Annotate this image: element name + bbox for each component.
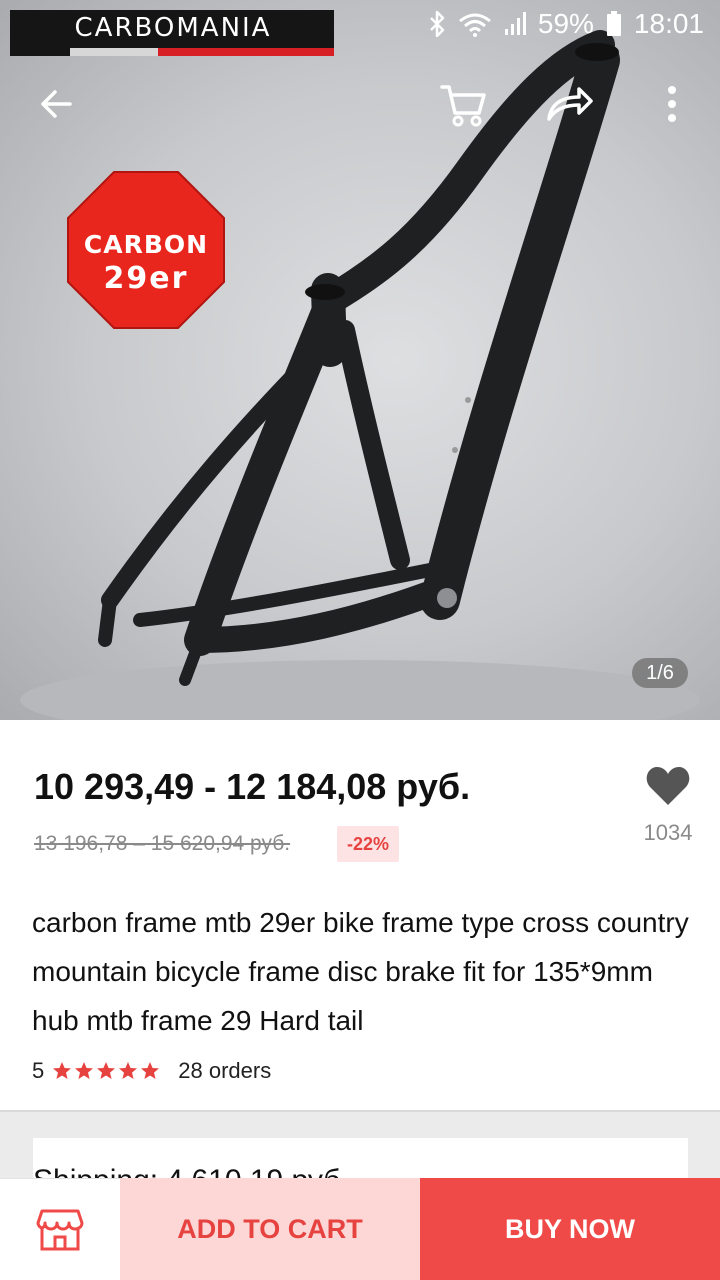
flag-stripe bbox=[10, 48, 334, 56]
more-options-button[interactable] bbox=[642, 74, 702, 134]
badge-line-1: CARBON bbox=[83, 230, 209, 259]
back-button[interactable] bbox=[26, 74, 86, 134]
price-range: 10 293,49 - 12 184,08 руб. bbox=[34, 766, 471, 807]
add-to-cart-button[interactable]: ADD TO CART bbox=[120, 1178, 420, 1280]
section-divider bbox=[0, 1110, 720, 1112]
star-icon bbox=[53, 1062, 72, 1079]
star-icon bbox=[75, 1062, 94, 1079]
store-button[interactable] bbox=[0, 1178, 120, 1280]
battery-icon bbox=[606, 11, 622, 37]
bike-frame-image bbox=[20, 30, 700, 720]
rating-stars bbox=[52, 1061, 160, 1081]
star-icon bbox=[119, 1062, 138, 1079]
heart-icon bbox=[646, 767, 690, 805]
badge-text: CARBON 29er bbox=[66, 228, 226, 296]
brand-logo-text: CARBOMANIA bbox=[74, 14, 272, 42]
star-icon bbox=[97, 1062, 116, 1079]
product-title: carbon frame mtb 29er bike frame type cr… bbox=[32, 907, 689, 1036]
battery-percent: 59% bbox=[537, 8, 594, 39]
back-arrow-icon bbox=[41, 90, 72, 118]
image-counter: 1/6 bbox=[632, 658, 688, 688]
share-button[interactable] bbox=[538, 74, 598, 134]
product-image-gallery[interactable]: CARBOMANIA 59% 18:01 CARBON 29er 1/6 bbox=[0, 0, 720, 720]
rating-row[interactable]: 5 28 orders bbox=[32, 1058, 271, 1084]
bluetooth-icon bbox=[428, 11, 446, 37]
buy-now-button[interactable]: BUY NOW bbox=[420, 1178, 720, 1280]
wishlist-count: 1034 bbox=[643, 820, 693, 845]
wifi-icon bbox=[458, 11, 492, 37]
cart-icon bbox=[440, 85, 486, 127]
status-bar: 59% 18:01 bbox=[428, 6, 704, 42]
orders-count: 28 orders bbox=[178, 1058, 272, 1083]
badge-line-2: 29er bbox=[103, 261, 189, 296]
rating-value: 5 bbox=[32, 1058, 45, 1083]
discount-badge: -22% bbox=[337, 826, 399, 862]
cart-button[interactable] bbox=[434, 74, 494, 134]
signal-icon bbox=[504, 12, 526, 36]
bottom-action-bar: ADD TO CART BUY NOW bbox=[0, 1178, 720, 1280]
store-icon bbox=[36, 1209, 84, 1250]
brand-logo: CARBOMANIA bbox=[10, 10, 334, 56]
original-price: 13 196,78 – 15 620,94 руб. bbox=[34, 832, 291, 855]
star-icon bbox=[141, 1062, 160, 1079]
share-icon bbox=[547, 87, 593, 121]
clock: 18:01 bbox=[633, 8, 704, 39]
wishlist-button[interactable] bbox=[644, 762, 692, 810]
more-vert-icon bbox=[668, 86, 676, 122]
